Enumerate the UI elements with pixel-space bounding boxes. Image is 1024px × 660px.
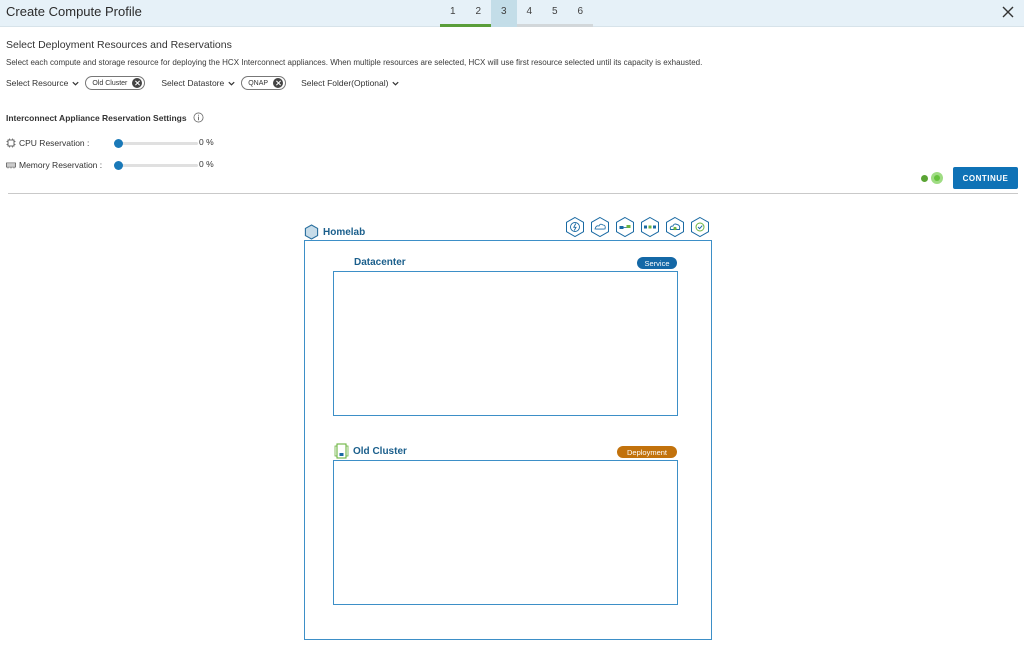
- site-name: Homelab: [323, 226, 366, 238]
- remove-chip-icon[interactable]: [132, 78, 143, 88]
- reservation-settings-title: Interconnect Appliance Reservation Setti…: [6, 112, 204, 123]
- memory-icon: [6, 162, 16, 169]
- service-icons: [564, 216, 714, 238]
- interconnect-icon[interactable]: [564, 216, 586, 238]
- select-folder-label: Select Folder(Optional): [301, 78, 389, 88]
- status-indicator: [921, 172, 943, 184]
- status-active-icon: [931, 172, 943, 184]
- network-extension-icon[interactable]: [614, 216, 636, 238]
- slider-handle[interactable]: [114, 161, 123, 170]
- cluster-label: Old Cluster: [334, 443, 407, 459]
- status-dot-icon: [921, 174, 928, 182]
- select-datastore-dropdown[interactable]: Select Datastore: [161, 78, 236, 88]
- cluster-box[interactable]: [333, 460, 678, 605]
- wan-optimization-icon[interactable]: [589, 216, 611, 238]
- datacenter-box[interactable]: [333, 271, 678, 416]
- select-resource-dropdown[interactable]: Select Resource: [6, 78, 80, 88]
- dialog-header: Create Compute Profile 1 2 3 4 5 6: [0, 0, 1024, 27]
- site-label: Homelab: [304, 224, 365, 240]
- cloud-migration-icon[interactable]: [664, 216, 686, 238]
- dialog-title: Create Compute Profile: [6, 4, 142, 19]
- resource-chip-label: Old Cluster: [92, 79, 128, 87]
- resource-chip: Old Cluster: [85, 76, 146, 90]
- section-description: Select each compute and storage resource…: [6, 58, 703, 67]
- cluster-icon: [334, 443, 349, 459]
- step-5[interactable]: 5: [542, 0, 568, 27]
- site-hexagon-icon: [304, 224, 319, 240]
- wizard-steps: 1 2 3 4 5 6: [440, 0, 593, 27]
- reservation-title-text: Interconnect Appliance Reservation Setti…: [6, 112, 187, 123]
- chevron-down-icon: [392, 81, 400, 86]
- step-3[interactable]: 3: [491, 0, 517, 27]
- memory-reservation-label: Memory Reservation :: [19, 160, 103, 170]
- cpu-icon: [6, 138, 16, 148]
- memory-reservation-value: 0 %: [199, 159, 214, 169]
- chevron-down-icon: [72, 81, 79, 86]
- cluster-name: Old Cluster: [353, 445, 407, 457]
- section-title: Select Deployment Resources and Reservat…: [6, 39, 232, 51]
- chevron-down-icon: [228, 81, 235, 86]
- step-2[interactable]: 2: [465, 0, 492, 27]
- service-badge: Service: [637, 257, 677, 269]
- cpu-reservation-value: 0 %: [199, 137, 214, 147]
- disaster-recovery-icon[interactable]: [689, 216, 711, 238]
- close-icon[interactable]: [1000, 4, 1016, 20]
- datastore-chip: QNAP: [241, 76, 287, 90]
- slider-handle[interactable]: [114, 139, 123, 148]
- remove-chip-icon[interactable]: [273, 78, 284, 88]
- deployment-badge: Deployment: [617, 446, 677, 458]
- info-icon[interactable]: [193, 112, 204, 123]
- cpu-reservation-row: CPU Reservation : 0 %: [6, 136, 214, 150]
- select-folder-dropdown[interactable]: Select Folder(Optional): [301, 78, 400, 88]
- select-datastore-label: Select Datastore: [161, 78, 225, 88]
- cpu-reservation-label: CPU Reservation :: [19, 138, 90, 148]
- step-6[interactable]: 6: [567, 0, 594, 27]
- cpu-reservation-slider[interactable]: [114, 139, 198, 148]
- continue-button[interactable]: CONTINUE: [953, 167, 1018, 189]
- memory-reservation-slider[interactable]: [114, 161, 198, 170]
- datastore-chip-label: QNAP: [248, 79, 269, 87]
- divider: [8, 193, 1018, 194]
- step-1[interactable]: 1: [440, 0, 466, 27]
- datacenter-label: Datacenter: [354, 257, 406, 268]
- bulk-migration-icon[interactable]: [639, 216, 661, 238]
- step-4[interactable]: 4: [516, 0, 543, 27]
- memory-reservation-row: Memory Reservation : 0 %: [6, 158, 214, 172]
- resource-selectors: Select Resource Old Cluster Select Datas…: [6, 74, 400, 92]
- select-resource-label: Select Resource: [6, 78, 69, 88]
